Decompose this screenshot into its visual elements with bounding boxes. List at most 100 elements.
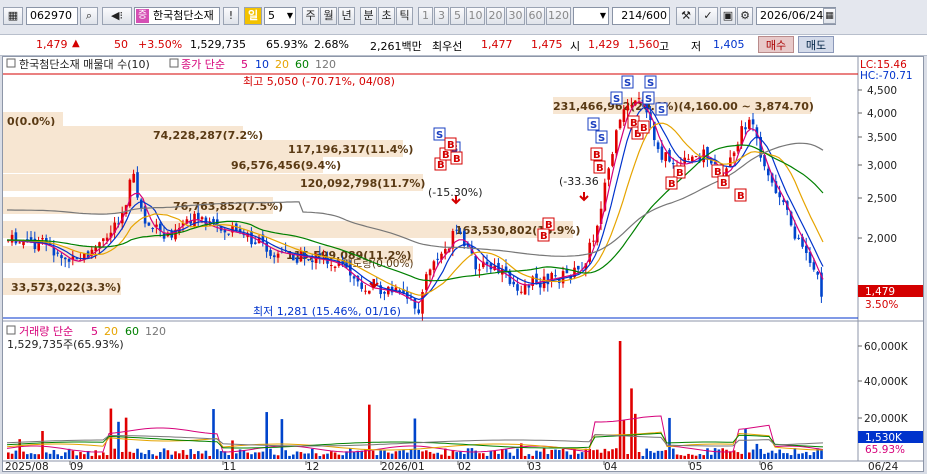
- stock-code-input[interactable]: 062970: [26, 7, 78, 25]
- x-axis-label: 09: [70, 461, 83, 471]
- minute-1-button[interactable]: 1: [418, 7, 433, 25]
- volume-bar: [216, 449, 219, 459]
- stock-chart[interactable]: 231,466,962(20.6%)(4,160.00 ~ 3,874.70) 0…: [3, 57, 923, 473]
- candle-body: [767, 168, 770, 176]
- volume-bar: [83, 454, 86, 459]
- x-axis-label: 12: [306, 461, 319, 471]
- chevron-down-icon: ▼: [599, 11, 606, 20]
- volume-bar: [504, 449, 508, 459]
- sell-button[interactable]: 매도: [798, 36, 834, 53]
- minute-120-button[interactable]: 120: [546, 7, 571, 25]
- minute-3-button[interactable]: 3: [434, 7, 449, 25]
- minute-10-button[interactable]: 10: [466, 7, 485, 25]
- x-axis-label: 11: [223, 461, 236, 471]
- candle-body: [637, 98, 641, 100]
- volume-bar: [577, 453, 580, 459]
- volume-bar: [265, 412, 268, 459]
- volume-bar: [26, 454, 29, 459]
- candle-body: [254, 242, 257, 244]
- volume-profile-label: 231,466,962(20.6%)(4,160.00 ~ 3,874.70): [553, 100, 814, 113]
- ma-10-label: 10: [255, 58, 269, 71]
- period-month-button[interactable]: 월: [320, 7, 337, 25]
- chart-area[interactable]: 231,466,962(20.6%)(4,160.00 ~ 3,874.70) 0…: [2, 56, 924, 473]
- volume-bar: [292, 454, 295, 459]
- volume-bar: [672, 448, 675, 459]
- volume-bar: [140, 452, 143, 459]
- volume-bar: [767, 452, 770, 459]
- volume-bar: [307, 453, 310, 459]
- hammer-icon[interactable]: ⚒: [676, 7, 696, 25]
- period-tick-button[interactable]: 틱: [396, 7, 413, 25]
- gear-icon[interactable]: ⚙: [737, 7, 753, 25]
- volume-bar: [778, 449, 781, 459]
- x-axis-label: 06/24: [868, 461, 899, 471]
- minute-5-button[interactable]: 5: [450, 7, 465, 25]
- period-second-button[interactable]: 초: [378, 7, 395, 25]
- volume-bar: [808, 455, 812, 459]
- stock-info-button[interactable]: !: [223, 7, 239, 25]
- custom-period-select[interactable]: ▼: [573, 7, 609, 25]
- candle-body: [140, 199, 143, 209]
- candle-body: [41, 238, 44, 240]
- volume-bar: [185, 454, 189, 459]
- save-icon[interactable]: ▣: [720, 7, 736, 25]
- volume: 1,529,735: [190, 38, 246, 51]
- volume-bar: [687, 453, 690, 459]
- volume-bar: [37, 454, 40, 459]
- calendar-icon[interactable]: ▦: [823, 8, 836, 24]
- data-count-field[interactable]: 214/600: [612, 7, 670, 25]
- volume-bar: [299, 452, 303, 459]
- period-day-button[interactable]: 일: [244, 7, 262, 25]
- buy-button[interactable]: 매수: [758, 36, 794, 53]
- high-price: 1,560: [628, 38, 660, 51]
- chart-check-icon[interactable]: ✓: [698, 7, 718, 25]
- volume-bar: [428, 451, 432, 459]
- volume-bar: [440, 454, 443, 459]
- buy-signal-label: B: [640, 123, 648, 134]
- period-value: 5: [268, 9, 275, 22]
- period-year-button[interactable]: 년: [338, 7, 355, 25]
- candle-body: [132, 173, 135, 183]
- volume-bar: [280, 419, 284, 459]
- speaker-icon[interactable]: ◀︎⁝: [102, 7, 132, 25]
- open-price: 1,429: [588, 38, 620, 51]
- search-icon[interactable]: ⌕: [80, 7, 98, 25]
- volume-bar: [64, 452, 67, 459]
- period-value-select[interactable]: 5 ▼: [264, 7, 296, 25]
- volume-bar: [208, 455, 211, 459]
- volume-bar: [561, 448, 565, 459]
- volume-profile-label: 117,196,317(11.4%): [288, 143, 413, 156]
- minute-30-button[interactable]: 30: [506, 7, 525, 25]
- volume-bar: [797, 453, 800, 459]
- volume-bar: [90, 455, 94, 459]
- volume-bar: [717, 449, 721, 459]
- volume-bar: [254, 452, 257, 459]
- volume-bar: [311, 448, 314, 459]
- volume-bar: [60, 455, 63, 459]
- volume-profile-label: 33,573,022(3.3%): [11, 281, 121, 294]
- candle-body: [618, 119, 622, 129]
- volume-bar: [394, 451, 398, 459]
- price-change-pct: +3.50%: [138, 38, 183, 51]
- candle-body: [793, 226, 797, 239]
- volume-bar: [193, 454, 196, 459]
- best-bid: 1,475: [531, 38, 563, 51]
- period-minute-button[interactable]: 분: [360, 7, 377, 25]
- volume-collapse-icon[interactable]: [6, 325, 16, 335]
- volume-bar: [352, 451, 356, 459]
- candle-body: [75, 258, 78, 260]
- volume-bar: [664, 450, 667, 459]
- volume-bars-group: [7, 341, 823, 459]
- volume-bar: [482, 453, 485, 459]
- last-volume-pct: 65.93%: [865, 444, 905, 456]
- volume-bar: [22, 451, 25, 459]
- volume-bar: [425, 450, 428, 459]
- volume-bar: [683, 455, 686, 459]
- market-badge-icon: 증: [136, 9, 149, 23]
- volume-bar: [774, 453, 778, 459]
- minute-60-button[interactable]: 60: [526, 7, 545, 25]
- menu-icon[interactable]: ▦: [3, 7, 23, 25]
- vol-ma-5-label: 5: [91, 325, 98, 338]
- minute-20-button[interactable]: 20: [486, 7, 505, 25]
- period-week-button[interactable]: 주: [302, 7, 319, 25]
